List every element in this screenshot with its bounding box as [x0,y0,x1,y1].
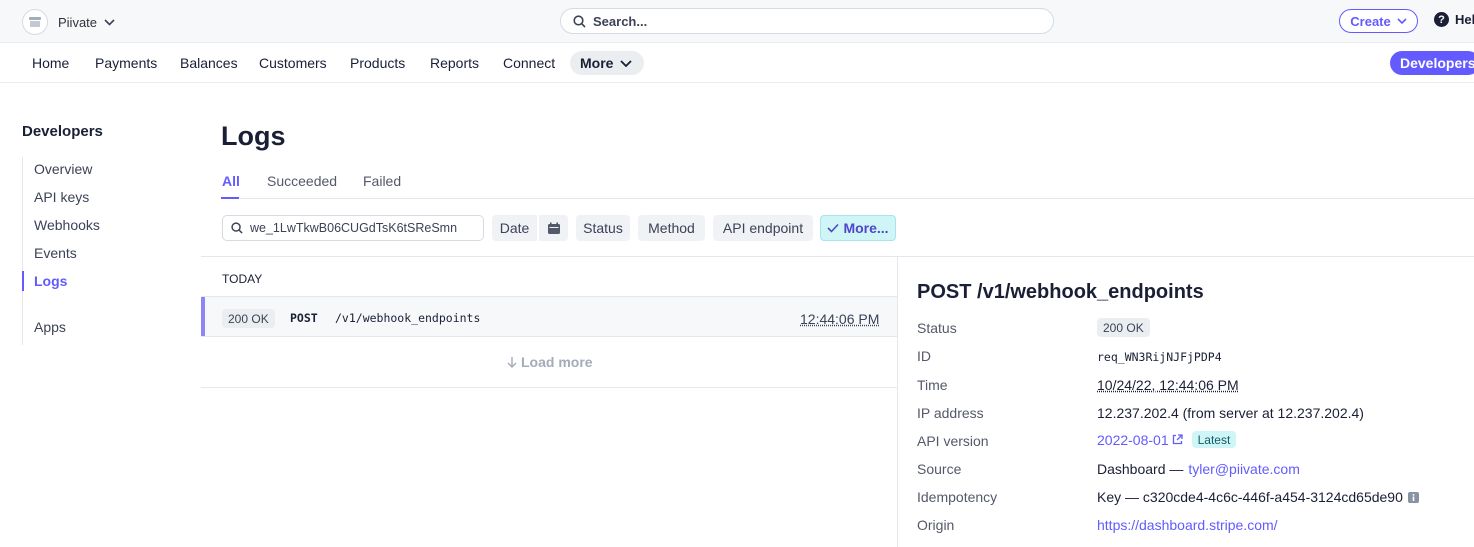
top-bar: Piivate Search... Create ? Help [0,0,1474,43]
nav-home[interactable]: Home [32,55,69,71]
row-path: /v1/webhook_endpoints [335,311,480,325]
help-label: Help [1455,12,1474,27]
search-placeholder: Search... [593,14,647,29]
detail-label-origin: Origin [917,517,954,533]
developers-label: Developers [1400,55,1474,71]
detail-label-status: Status [917,320,957,336]
nav-more-button[interactable]: More [570,51,644,75]
info-icon[interactable] [1408,492,1419,503]
detail-value-id: req_WN3RijNJFjPDP4 [1097,350,1222,364]
help-icon: ? [1434,12,1449,27]
detail-label-source: Source [917,461,961,477]
filter-more[interactable]: More... [820,215,896,241]
table-row[interactable]: 200 OK POST /v1/webhook_endpoints 12:44:… [201,296,897,337]
sidebar-item-api-keys[interactable]: API keys [34,189,89,205]
external-link-icon [1172,434,1183,445]
active-tab-indicator [221,197,239,199]
chevron-down-icon [1397,18,1407,24]
idempotency-key: Key — c320cde4-4c6c-446f-a454-3124cd65de… [1097,489,1403,505]
filter-api-endpoint[interactable]: API endpoint [713,215,813,241]
filter-api-endpoint-label: API endpoint [723,220,803,236]
filter-date-label: Date [500,220,530,236]
create-button[interactable]: Create [1339,9,1418,33]
group-label: TODAY [222,272,262,286]
filter-method[interactable]: Method [638,215,705,241]
detail-title: POST /v1/webhook_endpoints [917,281,1204,304]
nav-customers[interactable]: Customers [259,55,327,71]
search-input[interactable]: Search... [560,8,1054,34]
filter-status[interactable]: Status [576,215,630,241]
help-button[interactable]: ? Help [1434,12,1474,27]
row-selected-indicator [201,297,205,336]
arrow-down-icon [507,356,517,368]
detail-label-idempotency: Idempotency [917,489,997,505]
page-title: Logs [221,121,286,152]
chevron-down-icon [104,19,115,26]
source-email-link[interactable]: tyler@piivate.com [1188,461,1299,477]
detail-value-source: Dashboard — tyler@piivate.com [1097,461,1300,477]
panel-divider [897,256,898,547]
filter-status-label: Status [583,220,623,236]
origin-link[interactable]: https://dashboard.stripe.com/ [1097,517,1278,533]
detail-value-api-version: 2022-08-01 Latest [1097,431,1236,448]
sidebar-title: Developers [22,123,103,140]
create-label: Create [1350,14,1390,29]
detail-label-api-version: API version [917,433,989,449]
nav-connect[interactable]: Connect [503,55,555,71]
nav-balances[interactable]: Balances [180,55,238,71]
sidebar-item-apps[interactable]: Apps [34,319,66,335]
log-search-input[interactable]: we_1LwTkwB06CUGdTsK6tSReSmn [222,215,484,241]
detail-value-ip: 12.237.202.4 (from server at 12.237.202.… [1097,405,1364,421]
source-text: Dashboard — [1097,461,1183,477]
list-divider [201,387,897,388]
sidebar-item-webhooks[interactable]: Webhooks [34,217,100,233]
row-method: POST [290,311,318,325]
detail-value-time: 10/24/22, 12:44:06 PM [1097,377,1239,393]
sidebar-active-indicator [22,271,24,291]
filter-more-label: More... [843,220,888,236]
nav-more-label: More [580,55,613,71]
calendar-icon[interactable] [538,215,568,241]
detail-label-time: Time [917,377,948,393]
check-icon [827,223,839,233]
sidebar-divider [22,157,23,345]
filter-method-label: Method [648,220,695,236]
load-more-label: Load more [521,354,593,370]
tab-succeeded[interactable]: Succeeded [267,173,337,189]
load-more-button[interactable]: Load more [507,354,593,370]
list-divider [201,256,1474,257]
sidebar-item-logs[interactable]: Logs [34,273,67,289]
nav-payments[interactable]: Payments [95,55,157,71]
store-icon [22,9,48,35]
nav-products[interactable]: Products [350,55,405,71]
search-icon [231,222,243,234]
account-name: Piivate [58,15,97,30]
detail-value-idempotency: Key — c320cde4-4c6c-446f-a454-3124cd65de… [1097,489,1419,505]
log-search-value: we_1LwTkwB06CUGdTsK6tSReSmn [250,221,457,235]
row-time: 12:44:06 PM [800,311,879,327]
tab-all[interactable]: All [222,173,240,189]
detail-label-id: ID [917,348,931,364]
status-badge: 200 OK [1097,318,1150,337]
latest-badge: Latest [1192,431,1237,448]
developers-button[interactable]: Developers [1390,51,1474,75]
tabs-divider [221,198,1474,199]
search-icon [573,15,586,28]
api-version-link[interactable]: 2022-08-01 [1097,432,1169,448]
filter-date[interactable]: Date [492,215,537,241]
main-nav: Home Payments Balances Customers Product… [0,43,1474,83]
detail-value-status: 200 OK [1097,318,1150,337]
tab-failed[interactable]: Failed [363,173,401,189]
nav-reports[interactable]: Reports [430,55,479,71]
sidebar-item-overview[interactable]: Overview [34,161,92,177]
chevron-down-icon [620,60,632,67]
account-switcher[interactable]: Piivate [22,9,115,35]
detail-label-ip: IP address [917,405,984,421]
sidebar-item-events[interactable]: Events [34,245,77,261]
status-badge: 200 OK [222,309,275,328]
